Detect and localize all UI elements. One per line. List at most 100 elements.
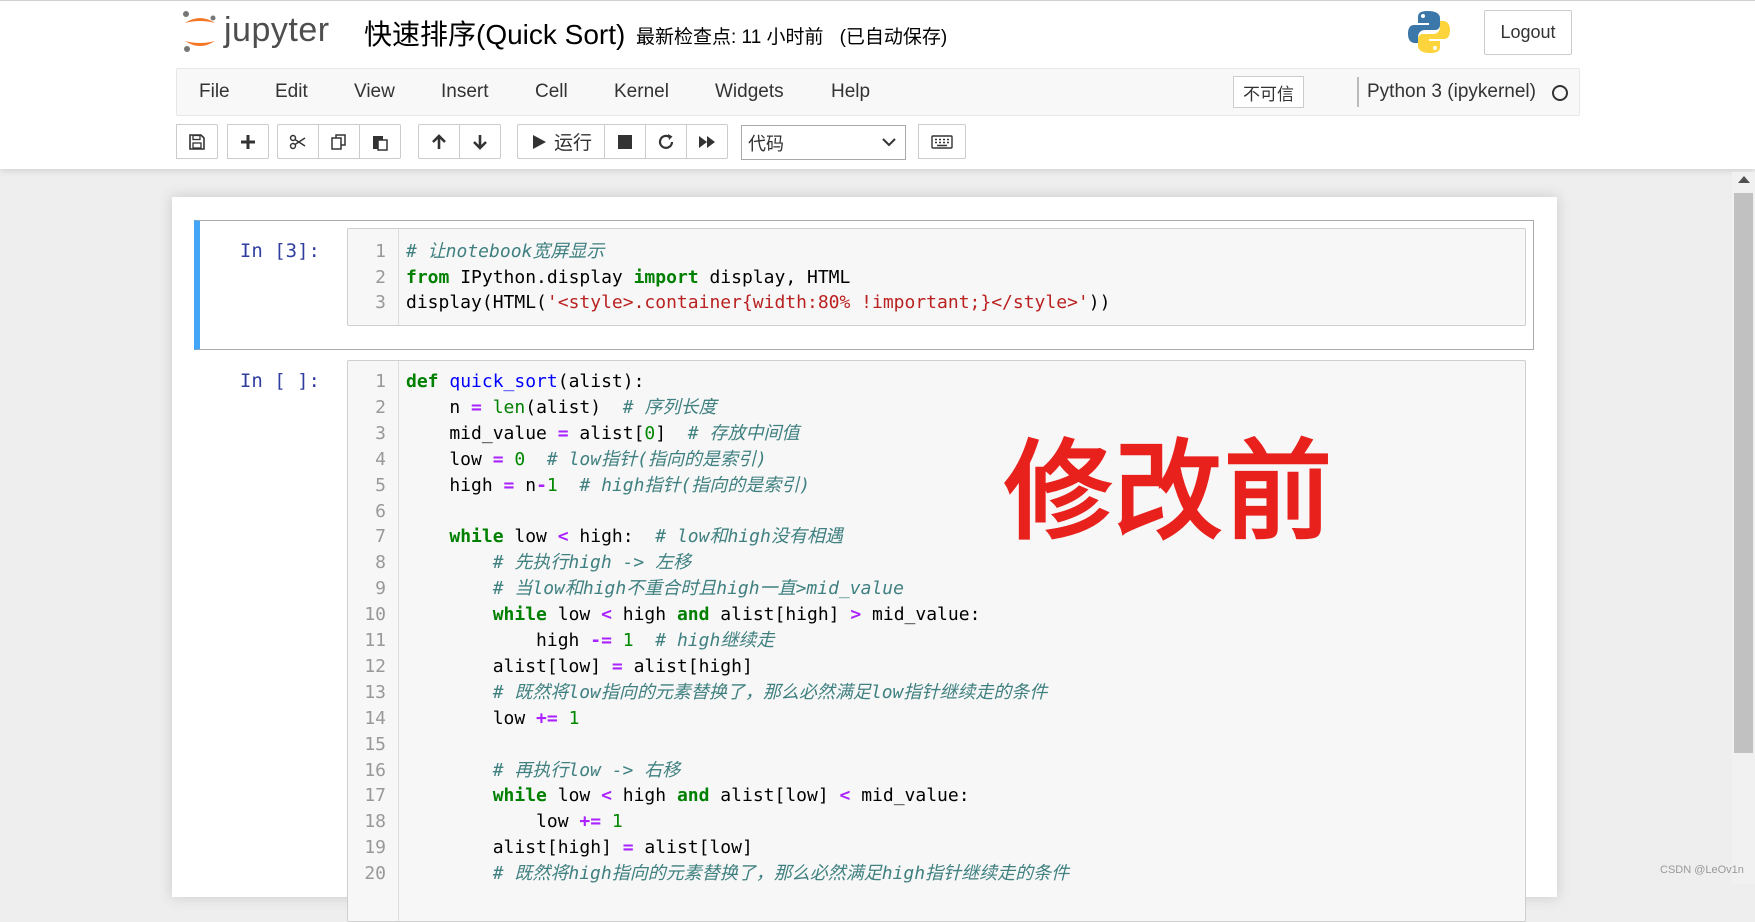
keyboard-group xyxy=(918,124,966,161)
code-line[interactable]: 5 high = n-1 # high指针(指向的是索引) xyxy=(348,473,1518,499)
code-line[interactable]: 3 mid_value = alist[0] # 存放中间值 xyxy=(348,421,1518,447)
code-text: low += 1 xyxy=(406,811,623,833)
line-number: 11 xyxy=(364,630,386,651)
code-line[interactable]: 10 while low < high and alist[high] > mi… xyxy=(348,602,1518,628)
plus-icon xyxy=(241,134,255,149)
code-line[interactable]: 4 low = 0 # low指针(指向的是索引) xyxy=(348,447,1518,473)
line-number: 14 xyxy=(364,707,386,729)
line-number: 16 xyxy=(364,759,386,781)
line-number: 7 xyxy=(375,526,386,548)
code-text: n = len(alist) # 序列长度 xyxy=(406,396,717,418)
move-group xyxy=(418,124,501,161)
fast-forward-icon xyxy=(699,135,716,148)
line-number: 5 xyxy=(375,474,386,496)
input-prompt: In [ ]: xyxy=(239,370,320,392)
scroll-up-arrow-icon[interactable] xyxy=(1738,176,1750,183)
trust-button[interactable]: 不可信 xyxy=(1233,76,1304,108)
menu-insert[interactable]: Insert xyxy=(441,81,489,103)
command-palette-button[interactable] xyxy=(918,124,966,159)
interrupt-button[interactable] xyxy=(604,124,647,159)
scrollbar-thumb[interactable] xyxy=(1734,193,1753,753)
code-text: # 既然将high指向的元素替换了，那么必然满足high指针继续走的条件 xyxy=(492,863,1070,885)
restart-run-all-button[interactable] xyxy=(686,124,729,159)
insert-group xyxy=(227,124,269,161)
code-line[interactable]: 12 alist[low] = alist[high] xyxy=(348,654,1518,680)
code-line[interactable]: 16 # 再执行low -> 右移 xyxy=(348,758,1518,784)
line-number: 4 xyxy=(375,448,386,470)
menu-edit[interactable]: Edit xyxy=(275,81,308,103)
restart-button[interactable] xyxy=(645,124,688,159)
code-line[interactable]: 7 while low < high: # low和high没有相遇 xyxy=(348,524,1518,550)
menu-help[interactable]: Help xyxy=(831,81,870,103)
code-cell-1[interactable]: In [3]: 1 # 让notebook宽屏显示 2 from IPython.di… xyxy=(194,220,1534,350)
kernel-idle-indicator xyxy=(1552,85,1568,101)
code-line[interactable]: 9 # 当low和high不重合时且high一直>mid_value xyxy=(348,576,1518,602)
arrow-up-icon xyxy=(432,133,446,149)
line-number: 1 xyxy=(375,371,386,392)
run-button[interactable]: 运行 xyxy=(517,124,606,159)
edit-group xyxy=(277,124,401,161)
menu-cell[interactable]: Cell xyxy=(535,81,568,103)
move-down-button[interactable] xyxy=(459,124,501,159)
code-line[interactable]: 14 low += 1 xyxy=(348,706,1518,732)
cell-type-select[interactable]: 代码 xyxy=(741,125,906,160)
cut-button[interactable] xyxy=(277,124,319,159)
cell-type-value: 代码 xyxy=(748,133,784,154)
code-line[interactable]: 15 xyxy=(348,732,1518,758)
page-scrollbar[interactable] xyxy=(1732,172,1755,884)
code-line[interactable]: 6 xyxy=(348,499,1518,525)
code-line[interactable]: 11 high -= 1 # high继续走 xyxy=(348,628,1518,654)
paste-icon xyxy=(373,135,388,151)
code-line[interactable]: 18 low += 1 xyxy=(348,809,1518,835)
code-text: display(HTML('<style>.container{width:80… xyxy=(406,292,1111,313)
code-text: # 既然将low指向的元素替换了，那么必然满足low指针继续走的条件 xyxy=(492,681,1048,703)
insert-cell-button[interactable] xyxy=(227,124,269,159)
code-text: # 当low和high不重合时且high一直>mid_value xyxy=(492,578,904,600)
jupyter-logo-icon xyxy=(183,11,216,52)
stop-icon xyxy=(618,134,633,149)
line-number: 19 xyxy=(364,837,386,859)
line-number: 9 xyxy=(375,578,386,600)
save-button[interactable] xyxy=(176,124,218,159)
paste-button[interactable] xyxy=(359,124,401,159)
cell-input-2[interactable]: 1 def quick_sort(alist): 2 n = len(alist) … xyxy=(347,360,1526,922)
code-line[interactable]: 1 # 让notebook宽屏显示 xyxy=(348,239,1518,265)
code-line[interactable]: 20 # 既然将high指向的元素替换了，那么必然满足high指针继续走的条件 xyxy=(348,861,1518,887)
code-line[interactable]: 3 display(HTML('<style>.container{width:8… xyxy=(348,290,1518,316)
kernel-name[interactable]: Python 3 (ipykernel) xyxy=(1367,81,1536,103)
code-line[interactable]: 1 def quick_sort(alist): xyxy=(348,369,1518,395)
line-number: 2 xyxy=(375,396,386,418)
logout-button[interactable]: Logout xyxy=(1484,10,1572,55)
code-text: alist[low] = alist[high] xyxy=(406,655,753,677)
line-number: 3 xyxy=(375,292,386,313)
menu-widgets[interactable]: Widgets xyxy=(715,81,784,103)
header: jupyter 快速排序(Quick Sort) 最新检查点: 11 小时前 (已… xyxy=(0,0,1755,169)
menu-view[interactable]: View xyxy=(354,81,395,103)
code-text: # 让notebook宽屏显示 xyxy=(406,241,605,262)
line-number: 18 xyxy=(364,811,386,833)
line-number: 10 xyxy=(364,604,386,626)
code-line[interactable]: 13 # 既然将low指向的元素替换了，那么必然满足low指针继续走的条件 xyxy=(348,680,1518,706)
notebook-title[interactable]: 快速排序(Quick Sort) xyxy=(364,13,625,53)
code-text: while low < high: # low和high没有相遇 xyxy=(449,526,843,548)
copy-button[interactable] xyxy=(318,124,360,159)
code-text: # 再执行low -> 右移 xyxy=(492,759,681,781)
logo-text: jupyter xyxy=(224,11,330,49)
code-line[interactable]: 17 while low < high and alist[low] < mid… xyxy=(348,783,1518,809)
move-up-button[interactable] xyxy=(418,124,460,159)
menu-kernel[interactable]: Kernel xyxy=(614,81,669,103)
cell-input-1[interactable]: 1 # 让notebook宽屏显示 2 from IPython.display im… xyxy=(347,228,1526,326)
code-line[interactable]: 2 from IPython.display import display, HT… xyxy=(348,265,1518,291)
menu-file[interactable]: File xyxy=(199,81,230,103)
code-text: high = n-1 # high指针(指向的是索引) xyxy=(406,474,811,496)
jupyter-logo[interactable]: jupyter xyxy=(180,9,340,55)
chevron-down-icon xyxy=(882,138,896,147)
code-line[interactable]: 8 # 先执行high -> 左移 xyxy=(348,550,1518,576)
code-text: low += 1 xyxy=(406,707,580,729)
code-line[interactable]: 2 n = len(alist) # 序列长度 xyxy=(348,395,1518,421)
code-text: while low < high and alist[low] < mid_va… xyxy=(492,785,970,807)
code-line[interactable]: 19 alist[high] = alist[low] xyxy=(348,835,1518,861)
copy-icon xyxy=(331,133,346,150)
keyboard-icon xyxy=(931,134,953,149)
code-text: def quick_sort(alist): xyxy=(406,371,645,392)
